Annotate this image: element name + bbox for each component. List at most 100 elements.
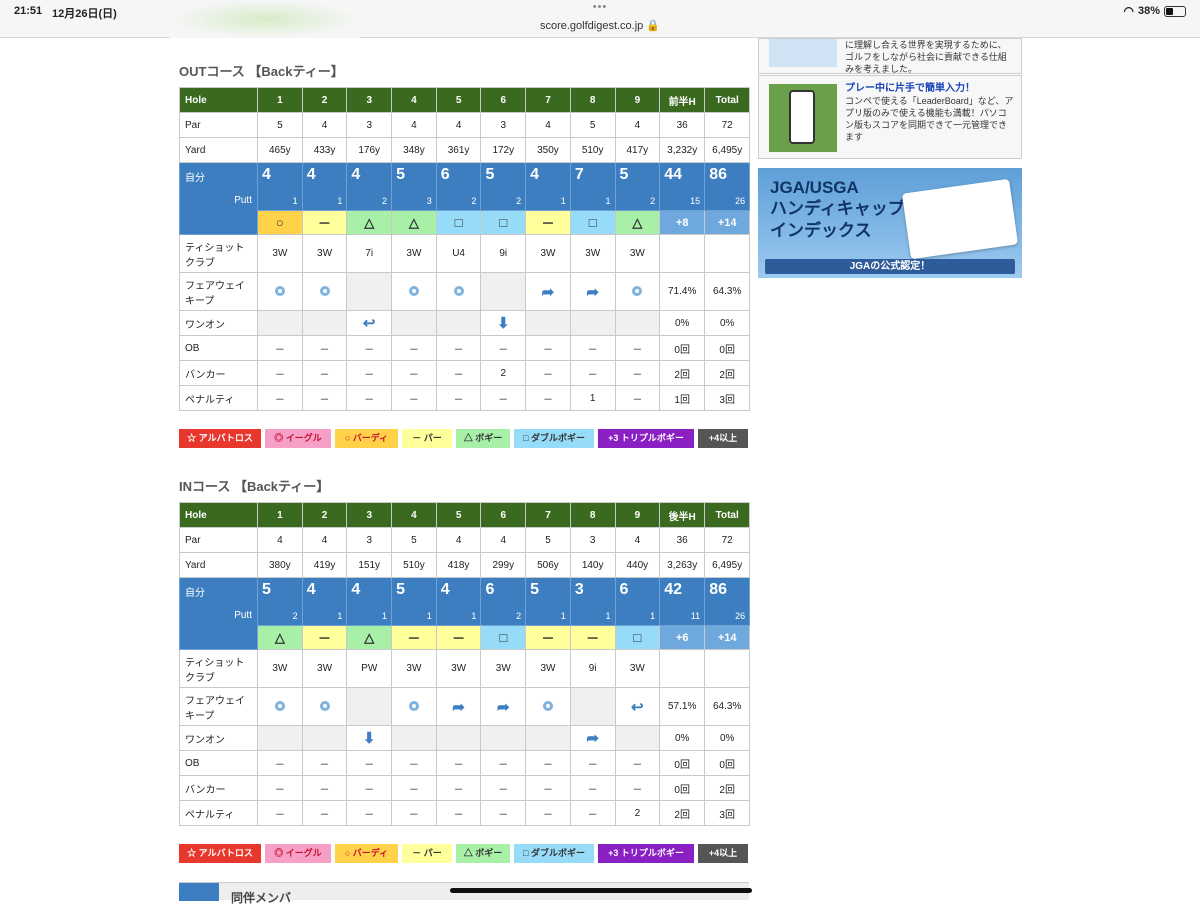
bunker-row-cell: － bbox=[435, 775, 482, 801]
penalty-row-cell: 2回 bbox=[659, 800, 706, 826]
putt-count: 1 bbox=[382, 611, 388, 621]
yard-row-cell: 433y bbox=[301, 137, 348, 163]
bunker-row: バンカー－－－－－－－－－ 0回 2回 bbox=[179, 775, 751, 801]
score-cell[interactable]: 41 bbox=[301, 577, 348, 626]
penalty-row-cell: 1 bbox=[569, 385, 616, 411]
par-row-cell: 4 bbox=[257, 527, 303, 553]
score-cell[interactable]: 42 bbox=[346, 162, 393, 211]
legend-item: +3 トリプルボギー bbox=[598, 844, 694, 863]
one-on-row-empty bbox=[391, 310, 437, 336]
result-mark: □ bbox=[480, 210, 527, 235]
fairway-row-rate: 64.3% bbox=[704, 272, 751, 311]
ios-status-bar: 21:51 12月26日(日) ••• score.golfdigest.co.… bbox=[0, 0, 1200, 38]
score-cell[interactable]: 86 26 bbox=[704, 577, 751, 626]
ad-title-link[interactable]: プレー中に片手で簡単入力！ bbox=[845, 83, 1015, 95]
score-cell[interactable]: 52 bbox=[614, 162, 661, 211]
yard-row: Yard 380y 419y 151y 510y 418y 299y 506y 140y 440y… bbox=[179, 552, 751, 578]
score-cell[interactable]: 52 bbox=[257, 577, 303, 626]
score-cell[interactable]: 41 bbox=[301, 162, 348, 211]
putt-count: 1 bbox=[605, 611, 611, 621]
jga-banner[interactable]: JGA/USGA ハンディキャップ インデックス JGAの公式認定！ bbox=[758, 168, 1022, 278]
par-row-cell: 3 bbox=[346, 112, 393, 138]
in-scorecard-table: Hole 1 2 3 4 5 6 7 8 9 後半H Total Par 4 4 3 5 4 4 5 3 4 36 72 Yar… bbox=[179, 502, 751, 826]
sidebar-ad-charity[interactable]: に理解し合える世界を実現するために、ゴルフをしながら社会に貢献できる仕組みを考え… bbox=[758, 38, 1022, 74]
out-course-title: OUTコース 【Backティー】 bbox=[179, 64, 344, 79]
down-arrow-icon: ⬇ bbox=[362, 730, 376, 747]
sidebar-ad-app[interactable]: プレー中に片手で簡単入力！ コンペで使える「LeaderBoard」など、アプリ… bbox=[758, 75, 1022, 159]
ob-row: OB －－－－－－－－－ 0回 0回 bbox=[179, 335, 751, 361]
fairway-hit-icon bbox=[632, 286, 643, 297]
score-cell[interactable]: 62 bbox=[480, 577, 527, 626]
battery-icon bbox=[1164, 5, 1186, 17]
score-cell[interactable]: 41 bbox=[435, 577, 482, 626]
tee-club-cell: 3W bbox=[301, 649, 348, 688]
ob-row-cell: － bbox=[614, 750, 661, 776]
par-row-cell: 5 bbox=[525, 527, 571, 553]
result-mark: － bbox=[435, 625, 482, 650]
score-cell[interactable]: 31 bbox=[569, 577, 616, 626]
score-cell[interactable]: 44 15 bbox=[659, 162, 706, 211]
home-indicator[interactable] bbox=[450, 888, 752, 893]
bunker-row-cell: － bbox=[435, 360, 482, 386]
ad-thumbnail bbox=[769, 39, 837, 67]
result-mark: △ bbox=[257, 625, 303, 650]
fairway-row-cell bbox=[391, 687, 437, 726]
one-on-row: ワンオン ↩ ⬇ 0% 0% bbox=[179, 310, 751, 336]
more-dots-icon[interactable]: ••• bbox=[0, 1, 1200, 13]
tee-club-cell: 3W bbox=[525, 649, 571, 688]
fairway-row-rate: 71.4% bbox=[659, 272, 706, 311]
companion-label: 同伴メンバ bbox=[231, 891, 292, 905]
score-cell[interactable]: 41 bbox=[257, 162, 303, 211]
putt-count: 1 bbox=[560, 611, 566, 621]
legend-item: △ ボギー bbox=[456, 429, 510, 448]
legend-item: +3 トリプルボギー bbox=[598, 429, 694, 448]
result-mark: △ bbox=[346, 210, 393, 235]
in-course-title: INコース 【Backティー】 bbox=[179, 479, 330, 494]
score-cell[interactable]: 41 bbox=[525, 162, 571, 211]
putt-count: 2 bbox=[516, 196, 522, 206]
par-row-cell: 4 bbox=[525, 112, 571, 138]
jga-certified-bar: JGAの公式認定！ bbox=[765, 259, 1015, 274]
score-cell[interactable]: 51 bbox=[525, 577, 571, 626]
score-cell[interactable]: 71 bbox=[569, 162, 616, 211]
one-on-row-rate: 0% bbox=[659, 310, 706, 336]
putt-count: 1 bbox=[337, 196, 343, 206]
header-row: Hole 1 2 3 4 5 6 7 8 9 前半H Total bbox=[179, 87, 751, 113]
score-cell[interactable]: 41 bbox=[346, 577, 393, 626]
bunker-row-cell: － bbox=[346, 775, 393, 801]
one-on-row-rate: 0% bbox=[659, 725, 706, 751]
header-row-cell: 6 bbox=[480, 502, 527, 528]
score-cell[interactable]: 52 bbox=[480, 162, 527, 211]
tee-club-cell: 3W bbox=[257, 234, 303, 273]
score-cell[interactable]: 61 bbox=[614, 577, 661, 626]
address-bar-url[interactable]: score.golfdigest.co.jp 🔒 bbox=[0, 19, 1200, 32]
yard-row-cell: 440y bbox=[614, 552, 661, 578]
tee-club-label: ティショット クラブ bbox=[179, 234, 258, 273]
result-mark: △ bbox=[346, 625, 393, 650]
bunker-row-cell: － bbox=[301, 775, 348, 801]
right-arrow-icon: ➦ bbox=[496, 698, 510, 716]
stroke-count: 42 bbox=[664, 581, 682, 598]
ob-row-cell: 0回 bbox=[659, 750, 706, 776]
score-cell[interactable]: 42 11 bbox=[659, 577, 706, 626]
putt-count: 1 bbox=[292, 196, 298, 206]
putt-count: 26 bbox=[735, 196, 746, 206]
fairway-row-cell bbox=[301, 272, 348, 311]
score-cell[interactable]: 62 bbox=[435, 162, 482, 211]
right-arrow-icon: ➦ bbox=[452, 698, 465, 716]
fairway-row-cell bbox=[257, 272, 303, 311]
ob-row-cell: － bbox=[257, 750, 303, 776]
penalty-row: ペナルティ－－－－－－－－ 2 2回 3回 bbox=[179, 800, 751, 826]
score-cell[interactable]: 86 26 bbox=[704, 162, 751, 211]
out-scorecard-table: Hole 1 2 3 4 5 6 7 8 9 前半H Total Par 5 4 3 4 4 3 4 5 4 36 72 Yar… bbox=[179, 87, 751, 411]
stroke-count: 7 bbox=[574, 166, 584, 183]
fairway-hit-icon bbox=[274, 701, 285, 712]
score-cell[interactable]: 53 bbox=[391, 162, 437, 211]
score-cell[interactable]: 51 bbox=[391, 577, 437, 626]
over-par-total: +8 bbox=[659, 210, 706, 235]
header-row-cell: 2 bbox=[301, 87, 348, 113]
yard-row-cell: 350y bbox=[525, 137, 571, 163]
stroke-count: 4 bbox=[351, 581, 361, 598]
yard-row-label: Yard bbox=[179, 137, 258, 163]
tee-club-cell: 3W bbox=[480, 649, 527, 688]
